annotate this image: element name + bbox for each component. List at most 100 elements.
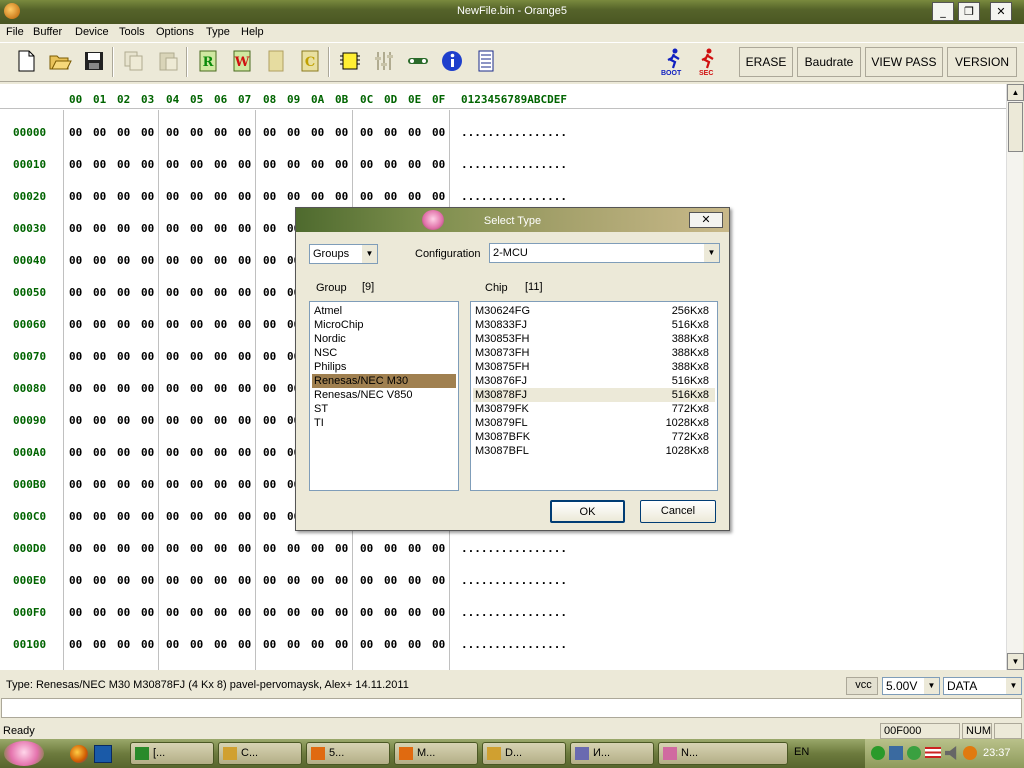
hex-byte[interactable]: 00: [238, 190, 251, 203]
hex-byte[interactable]: 00: [311, 158, 324, 171]
erase-button[interactable]: ERASE: [739, 47, 793, 77]
copy-icon[interactable]: [122, 49, 146, 73]
boot-runner-icon[interactable]: [662, 47, 686, 71]
hex-byte[interactable]: 00: [69, 286, 82, 299]
hex-byte[interactable]: 00: [238, 510, 251, 523]
hex-row[interactable]: 00020 00 00 00 00 00 00 00 00 00 00 00 00 00 00 00 00...…: [0, 190, 1006, 204]
hex-byte[interactable]: 00: [263, 382, 276, 395]
hex-byte[interactable]: 00: [311, 542, 324, 555]
scroll-up-arrow[interactable]: ▲: [1007, 84, 1024, 101]
hex-byte[interactable]: 00: [166, 446, 179, 459]
hex-byte[interactable]: 00: [287, 158, 300, 171]
hex-byte[interactable]: 00: [141, 478, 154, 491]
hex-byte[interactable]: 00: [238, 158, 251, 171]
taskbar-button[interactable]: 5...: [306, 742, 390, 765]
hex-byte[interactable]: 00: [190, 542, 203, 555]
chip-list-item[interactable]: M30879FK 772Kx8: [473, 402, 715, 416]
hex-byte[interactable]: 00: [190, 414, 203, 427]
hex-byte[interactable]: 00: [69, 478, 82, 491]
chip-list-item[interactable]: M30878FJ 516Kx8: [473, 388, 715, 402]
hex-byte[interactable]: 00: [263, 286, 276, 299]
chip-list-item[interactable]: M30833FJ 516Kx8: [473, 318, 715, 332]
hex-byte[interactable]: 00: [263, 190, 276, 203]
hex-byte[interactable]: 00: [287, 606, 300, 619]
utorrent-icon[interactable]: [871, 746, 885, 760]
hex-byte[interactable]: 00: [117, 126, 130, 139]
group-list-item[interactable]: NSC: [312, 346, 456, 360]
hex-byte[interactable]: 00: [141, 318, 154, 331]
hex-byte[interactable]: 00: [141, 446, 154, 459]
volume-icon[interactable]: [945, 746, 957, 760]
hex-byte[interactable]: 00: [117, 542, 130, 555]
hex-row[interactable]: 000E0 00 00 00 00 00 00 00 00 00 00 00 00 00 00 00 00...…: [0, 574, 1006, 588]
hex-byte[interactable]: 00: [117, 414, 130, 427]
group-list-item[interactable]: TI: [312, 416, 456, 430]
hex-byte[interactable]: 00: [263, 446, 276, 459]
hex-byte[interactable]: 00: [69, 382, 82, 395]
hex-byte[interactable]: 00: [360, 574, 373, 587]
hex-byte[interactable]: 00: [141, 190, 154, 203]
taskbar-button[interactable]: И...: [570, 742, 654, 765]
hex-byte[interactable]: 00: [69, 158, 82, 171]
hex-byte[interactable]: 00: [141, 606, 154, 619]
hex-byte[interactable]: 00: [93, 158, 106, 171]
taskbar-button[interactable]: N...: [658, 742, 788, 765]
hex-byte[interactable]: 00: [263, 350, 276, 363]
chip-list-item[interactable]: M3087BFK 772Kx8: [473, 430, 715, 444]
hex-byte[interactable]: 00: [166, 158, 179, 171]
calculator-icon[interactable]: [474, 49, 498, 73]
hex-byte[interactable]: 00: [190, 574, 203, 587]
hex-byte[interactable]: 00: [432, 542, 445, 555]
hex-byte[interactable]: 00: [141, 158, 154, 171]
hex-byte[interactable]: 00: [335, 606, 348, 619]
hex-byte[interactable]: 00: [69, 350, 82, 363]
firefox-quicklaunch-icon[interactable]: [70, 745, 88, 763]
hex-row[interactable]: 00010 00 00 00 00 00 00 00 00 00 00 00 00 00 00 00 00...…: [0, 158, 1006, 172]
hex-byte[interactable]: 00: [190, 638, 203, 651]
hex-byte[interactable]: 00: [263, 126, 276, 139]
hex-byte[interactable]: 00: [141, 638, 154, 651]
start-button[interactable]: [4, 741, 44, 766]
hex-byte[interactable]: 00: [214, 254, 227, 267]
hex-byte[interactable]: 00: [93, 414, 106, 427]
hex-byte[interactable]: 00: [93, 382, 106, 395]
hex-byte[interactable]: 00: [69, 414, 82, 427]
menu-help[interactable]: Help: [241, 26, 264, 38]
hex-byte[interactable]: 00: [141, 222, 154, 235]
hex-byte[interactable]: 00: [166, 190, 179, 203]
hex-byte[interactable]: 00: [238, 318, 251, 331]
hex-byte[interactable]: 00: [384, 542, 397, 555]
hex-byte[interactable]: 00: [190, 446, 203, 459]
hex-byte[interactable]: 00: [287, 190, 300, 203]
hex-byte[interactable]: 00: [263, 222, 276, 235]
hex-byte[interactable]: 00: [238, 286, 251, 299]
maximize-button[interactable]: ❐: [958, 2, 980, 21]
hex-byte[interactable]: 00: [408, 606, 421, 619]
hex-byte[interactable]: 00: [166, 638, 179, 651]
scroll-down-arrow[interactable]: ▼: [1007, 653, 1024, 670]
hex-byte[interactable]: 00: [432, 126, 445, 139]
hex-byte[interactable]: 00: [117, 510, 130, 523]
hex-byte[interactable]: 00: [93, 510, 106, 523]
hex-byte[interactable]: 00: [93, 350, 106, 363]
hex-byte[interactable]: 00: [408, 574, 421, 587]
hex-byte[interactable]: 00: [166, 382, 179, 395]
menu-tools[interactable]: Tools: [119, 26, 145, 38]
read-chip-icon[interactable]: R: [196, 49, 220, 73]
scroll-thumb[interactable]: [1008, 102, 1023, 152]
chip-list-item[interactable]: M30853FH 388Kx8: [473, 332, 715, 346]
hex-byte[interactable]: 00: [190, 382, 203, 395]
hex-byte[interactable]: 00: [432, 606, 445, 619]
taskbar-button[interactable]: [...: [130, 742, 214, 765]
group-list-item[interactable]: Renesas/NEC M30: [312, 374, 456, 388]
hex-byte[interactable]: 00: [117, 574, 130, 587]
hex-byte[interactable]: 00: [238, 638, 251, 651]
hex-byte[interactable]: 00: [263, 478, 276, 491]
hex-byte[interactable]: 00: [93, 606, 106, 619]
chip-select-icon[interactable]: [338, 49, 362, 73]
hex-byte[interactable]: 00: [117, 254, 130, 267]
hex-byte[interactable]: 00: [238, 574, 251, 587]
dialog-close-button[interactable]: ✕: [689, 212, 723, 228]
app-tray-icon[interactable]: [963, 746, 977, 760]
quicklaunch-icon[interactable]: [94, 745, 112, 763]
